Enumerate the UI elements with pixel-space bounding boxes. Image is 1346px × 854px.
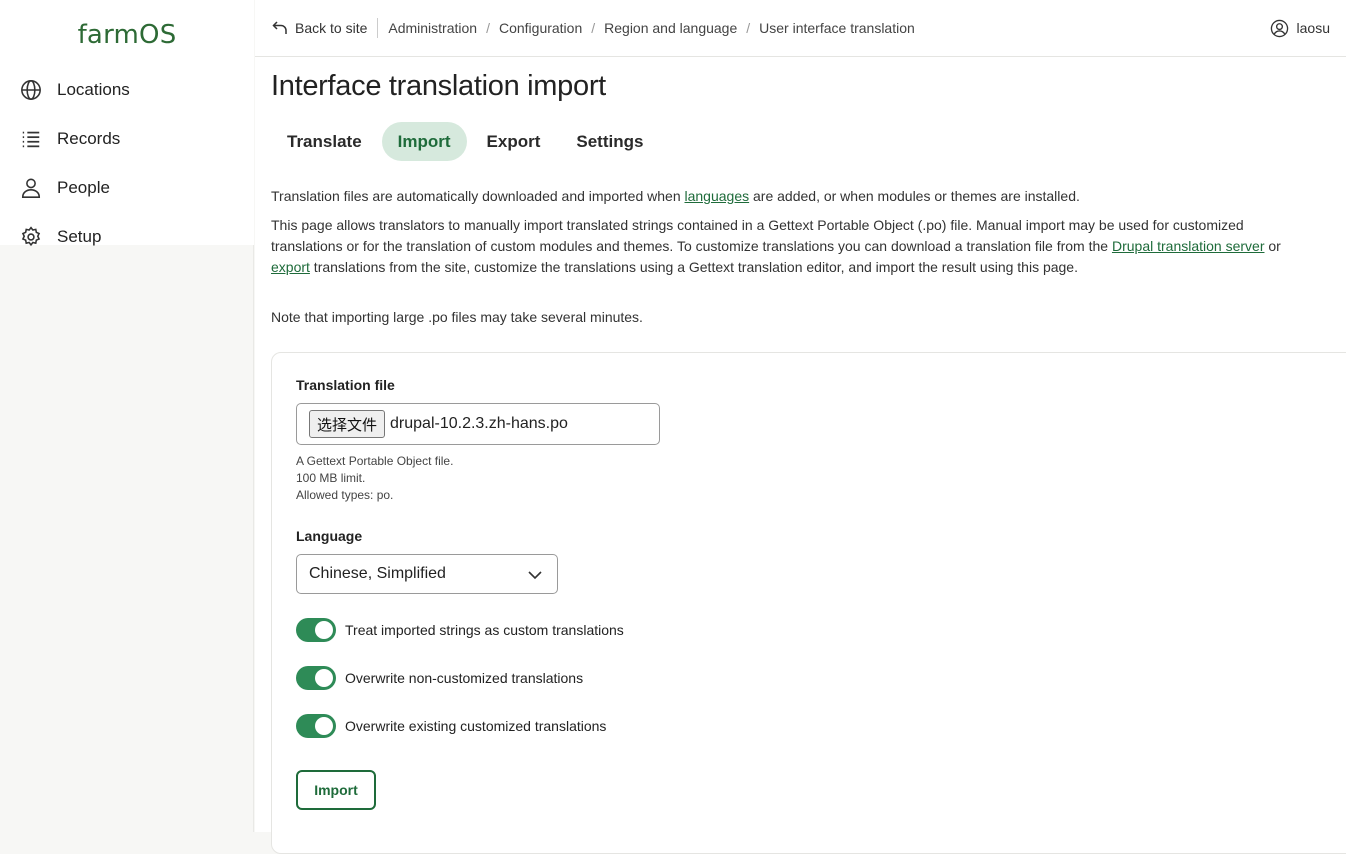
toggle-label: Overwrite non-customized translations [345,670,584,686]
divider [377,18,379,38]
file-help-text: A Gettext Portable Object file. 100 MB l… [296,453,453,504]
breadcrumb: Administration / Configuration / Region … [388,20,914,36]
intro-text: are added, or when modules or themes are… [749,188,1080,204]
sidebar-item-setup[interactable]: Setup [0,212,254,261]
user-menu[interactable]: laosu [1270,0,1330,56]
intro-text: Translation files are automatically down… [271,188,685,204]
toggle-custom-translations[interactable]: Treat imported strings as custom transla… [296,618,624,642]
tab-export[interactable]: Export [471,122,557,161]
breadcrumb-separator: / [591,20,596,36]
export-link[interactable]: export [271,259,310,275]
back-arrow-icon [272,20,295,36]
breadcrumb-user-interface-translation[interactable]: User interface translation [759,20,915,36]
sidebar: farmOS Locations Records People Setup [0,0,254,832]
sidebar-item-label: Setup [57,226,102,246]
file-help-line: A Gettext Portable Object file. [296,454,454,468]
tabs: Translate Import Export Settings [271,122,663,161]
toggle-switch[interactable] [296,714,336,738]
breadcrumb-separator: / [746,20,751,36]
intro-paragraph-1: Translation files are automatically down… [271,186,1301,207]
top-bar: Back to site Administration / Configurat… [255,0,1346,57]
sidebar-item-label: Records [57,128,121,148]
sidebar-item-label: Locations [57,79,130,99]
drupal-translation-server-link[interactable]: Drupal translation server [1112,238,1265,254]
breadcrumb-separator: / [486,20,490,36]
translation-file-label: Translation file [296,377,395,393]
globe-icon [20,79,42,101]
chevron-down-icon [527,567,543,583]
sidebar-item-records[interactable]: Records [0,114,254,163]
farmos-logo[interactable]: farmOS [0,0,254,56]
selected-file-name: drupal-10.2.3.zh-hans.po [390,415,568,432]
sidebar-item-locations[interactable]: Locations [0,65,254,114]
toggle-label: Overwrite existing customized translatio… [345,718,607,734]
person-icon [20,177,42,199]
file-help-line: 100 MB limit. [296,471,366,485]
translation-file-input[interactable]: 选择文件 drupal-10.2.3.zh-hans.po [296,403,660,445]
toggle-overwrite-non-customized[interactable]: Overwrite non-customized translations [296,666,583,690]
import-button[interactable]: Import [296,770,376,810]
breadcrumb-administration[interactable]: Administration [388,20,477,36]
language-select[interactable]: Chinese, Simplified [296,554,558,594]
toggle-switch[interactable] [296,666,336,690]
language-selected-value: Chinese, Simplified [309,565,446,582]
choose-file-button[interactable]: 选择文件 [309,410,386,438]
sidebar-item-people[interactable]: People [0,163,254,212]
back-to-site-label: Back to site [295,20,368,36]
user-circle-icon [1270,19,1297,38]
page-title: Interface translation import [271,70,606,102]
intro-text: or [1264,238,1281,254]
intro-text: translations from the site, customize th… [309,259,1078,275]
sidebar-panel: farmOS Locations Records People Setup [0,0,254,246]
toggle-switch[interactable] [296,618,336,642]
gear-icon [20,225,42,248]
breadcrumb-region-and-language[interactable]: Region and language [604,20,737,36]
breadcrumb-configuration[interactable]: Configuration [499,20,582,36]
username: laosu [1296,20,1330,36]
toggle-overwrite-customized[interactable]: Overwrite existing customized translatio… [296,714,606,738]
file-help-line: Allowed types: po. [296,488,394,502]
toggle-label: Treat imported strings as custom transla… [345,622,624,638]
language-label: Language [296,528,363,544]
tab-settings[interactable]: Settings [560,122,659,161]
languages-link[interactable]: languages [685,188,750,204]
list-icon [20,128,42,150]
intro-paragraph-3: Note that importing large .po files may … [271,309,643,325]
intro-paragraph-2: This page allows translators to manually… [271,215,1301,278]
tab-import[interactable]: Import [381,122,467,161]
tab-translate[interactable]: Translate [271,122,378,161]
intro-text: This page allows translators to manually… [271,217,1244,254]
sidebar-item-label: People [57,177,110,197]
back-to-site-link[interactable]: Back to site [255,20,377,36]
